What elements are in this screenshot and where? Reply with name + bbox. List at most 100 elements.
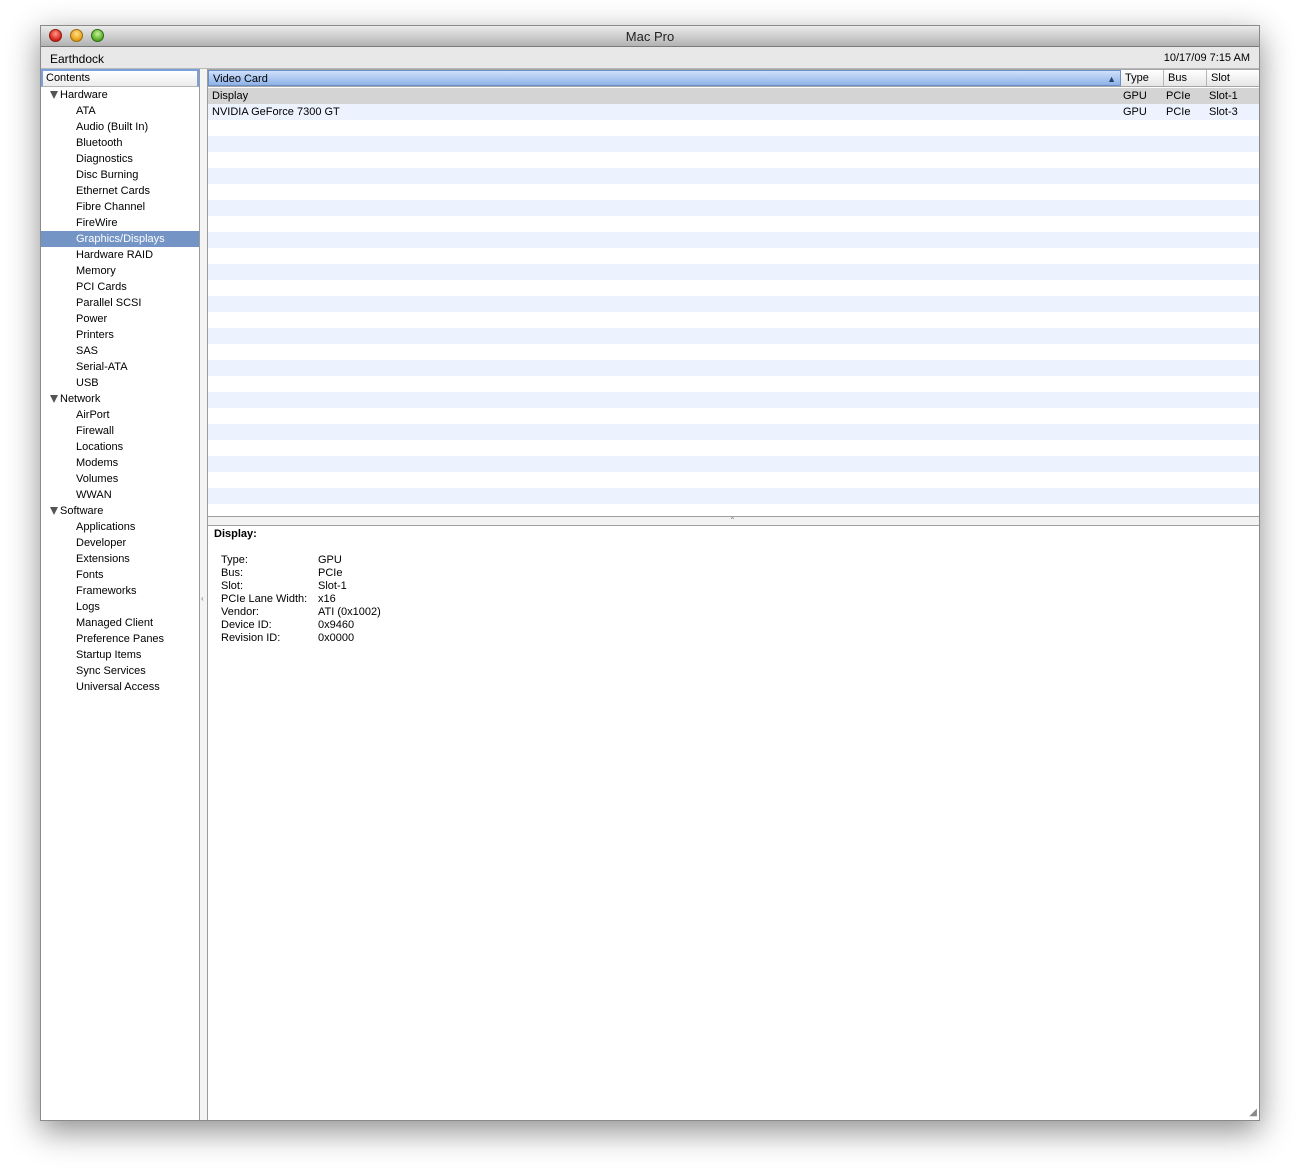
video-card-table: Display GPU PCIe Slot-1 NVIDIA GeForce 7300 … xyxy=(208,88,1259,514)
sidebar-item-applications[interactable]: Applications xyxy=(41,519,199,535)
detail-field-value: x16 xyxy=(318,593,336,605)
table-empty-row xyxy=(208,456,1259,472)
detail-field-label: Type: xyxy=(221,554,248,566)
contents-sidebar: Contents Hardware ATA Audio (Built In) Blue… xyxy=(41,69,200,1120)
sidebar-item-parallel-scsi[interactable]: Parallel SCSI xyxy=(41,295,199,311)
sidebar-item-fibre-channel[interactable]: Fibre Channel xyxy=(41,199,199,215)
column-header-bus[interactable]: Bus xyxy=(1164,70,1207,86)
system-profiler-window: Mac Pro Earthdock 10/17/09 7:15 AM Conte… xyxy=(40,25,1260,1121)
sidebar-item-firewire[interactable]: FireWire xyxy=(41,215,199,231)
table-empty-row xyxy=(208,248,1259,264)
detail-title: Display: xyxy=(214,528,257,540)
splitter-grip-icon: ⌃ xyxy=(729,516,736,525)
sidebar-group-network[interactable]: Network xyxy=(41,391,199,407)
sidebar-item-audio-built-in[interactable]: Audio (Built In) xyxy=(41,119,199,135)
computer-name: Earthdock xyxy=(50,52,105,66)
table-empty-row xyxy=(208,360,1259,376)
sidebar-item-logs[interactable]: Logs xyxy=(41,599,199,615)
detail-field-value: ATI (0x1002) xyxy=(318,606,381,618)
column-header-label: Video Card xyxy=(213,73,268,85)
sidebar-item-ata[interactable]: ATA xyxy=(41,103,199,119)
cell-name: Display xyxy=(212,90,249,102)
table-empty-row xyxy=(208,376,1259,392)
sidebar-item-sync-services[interactable]: Sync Services xyxy=(41,663,199,679)
disclosure-triangle-icon[interactable] xyxy=(50,91,58,99)
sidebar-item-usb[interactable]: USB xyxy=(41,375,199,391)
sidebar-item-locations[interactable]: Locations xyxy=(41,439,199,455)
sidebar-group-software[interactable]: Software xyxy=(41,503,199,519)
contents-header[interactable]: Contents xyxy=(41,69,199,87)
table-empty-row xyxy=(208,184,1259,200)
column-header-video-card[interactable]: Video Card ▲ xyxy=(208,70,1121,86)
sidebar-item-fonts[interactable]: Fonts xyxy=(41,567,199,583)
sidebar-item-modems[interactable]: Modems xyxy=(41,455,199,471)
sidebar-item-developer[interactable]: Developer xyxy=(41,535,199,551)
sidebar-item-volumes[interactable]: Volumes xyxy=(41,471,199,487)
sidebar-item-memory[interactable]: Memory xyxy=(41,263,199,279)
detail-field-value: PCIe xyxy=(318,567,343,579)
sidebar-item-extensions[interactable]: Extensions xyxy=(41,551,199,567)
table-empty-row xyxy=(208,280,1259,296)
detail-field: Slot: Slot-1 xyxy=(221,580,381,593)
column-header-type[interactable]: Type xyxy=(1121,70,1164,86)
table-empty-row xyxy=(208,344,1259,360)
info-bar: Earthdock 10/17/09 7:15 AM xyxy=(41,47,1259,69)
sidebar-item-startup-items[interactable]: Startup Items xyxy=(41,647,199,663)
detail-field-label: Revision ID: xyxy=(221,632,281,644)
table-empty-row xyxy=(208,424,1259,440)
table-header: Video Card ▲ Type Bus Slot xyxy=(208,69,1259,87)
detail-field: Device ID: 0x9460 xyxy=(221,619,381,632)
sidebar-item-diagnostics[interactable]: Diagnostics xyxy=(41,151,199,167)
sidebar-group-hardware[interactable]: Hardware xyxy=(41,87,199,103)
table-empty-row xyxy=(208,312,1259,328)
horizontal-splitter[interactable]: ⌃ xyxy=(208,516,1259,526)
table-empty-row xyxy=(208,440,1259,456)
sidebar-item-graphics-displays[interactable]: Graphics/Displays xyxy=(41,231,199,247)
sidebar-group-label: Hardware xyxy=(60,89,108,101)
sidebar-item-bluetooth[interactable]: Bluetooth xyxy=(41,135,199,151)
detail-pane: Display: Type: GPU Bus: PCIe Slot: Slot-1 PCIe… xyxy=(208,526,1259,1120)
table-row[interactable]: Display GPU PCIe Slot-1 xyxy=(208,88,1259,104)
sidebar-item-airport[interactable]: AirPort xyxy=(41,407,199,423)
sidebar-group-label: Software xyxy=(60,505,104,517)
splitter-grip-icon: ‹ xyxy=(201,594,204,603)
table-empty-row xyxy=(208,392,1259,408)
sort-ascending-icon: ▲ xyxy=(1107,74,1116,84)
column-header-slot[interactable]: Slot xyxy=(1207,70,1259,86)
sidebar-item-printers[interactable]: Printers xyxy=(41,327,199,343)
detail-field: Vendor: ATI (0x1002) xyxy=(221,606,381,619)
sidebar-item-power[interactable]: Power xyxy=(41,311,199,327)
sidebar-item-wwan[interactable]: WWAN xyxy=(41,487,199,503)
cell-slot: Slot-1 xyxy=(1209,90,1238,102)
sidebar-item-managed-client[interactable]: Managed Client xyxy=(41,615,199,631)
sidebar-item-firewall[interactable]: Firewall xyxy=(41,423,199,439)
cell-bus: PCIe xyxy=(1166,106,1191,118)
table-empty-row xyxy=(208,152,1259,168)
table-empty-row xyxy=(208,408,1259,424)
detail-field-value: 0x0000 xyxy=(318,632,355,644)
sidebar-item-preference-panes[interactable]: Preference Panes xyxy=(41,631,199,647)
detail-field: Bus: PCIe xyxy=(221,567,381,580)
sidebar-item-serial-ata[interactable]: Serial-ATA xyxy=(41,359,199,375)
detail-fields: Type: GPU Bus: PCIe Slot: Slot-1 PCIe Lane Wid… xyxy=(221,554,381,645)
sidebar-item-hardware-raid[interactable]: Hardware RAID xyxy=(41,247,199,263)
detail-field-value: Slot-1 xyxy=(318,580,347,592)
sidebar-item-universal-access[interactable]: Universal Access xyxy=(41,679,199,695)
sidebar-item-ethernet-cards[interactable]: Ethernet Cards xyxy=(41,183,199,199)
sidebar-item-disc-burning[interactable]: Disc Burning xyxy=(41,167,199,183)
table-row[interactable]: NVIDIA GeForce 7300 GT GPU PCIe Slot-3 xyxy=(208,104,1259,120)
detail-field-label: Device ID: xyxy=(221,619,272,631)
sidebar-item-frameworks[interactable]: Frameworks xyxy=(41,583,199,599)
disclosure-triangle-icon[interactable] xyxy=(50,395,58,403)
title-bar[interactable]: Mac Pro xyxy=(41,26,1259,47)
table-empty-row xyxy=(208,264,1259,280)
sidebar-item-sas[interactable]: SAS xyxy=(41,343,199,359)
vertical-splitter[interactable]: ‹ xyxy=(200,69,208,1120)
cell-type: GPU xyxy=(1123,90,1147,102)
table-empty-row xyxy=(208,232,1259,248)
sidebar-group-label: Network xyxy=(60,393,101,405)
resize-grip-icon[interactable]: ◢ xyxy=(1249,1107,1257,1118)
sidebar-item-pci-cards[interactable]: PCI Cards xyxy=(41,279,199,295)
disclosure-triangle-icon[interactable] xyxy=(50,507,58,515)
table-empty-row xyxy=(208,488,1259,504)
